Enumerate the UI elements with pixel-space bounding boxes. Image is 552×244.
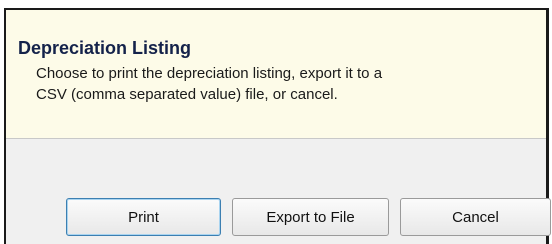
dialog-title: Depreciation Listing — [18, 38, 192, 58]
cancel-button[interactable]: Cancel — [400, 198, 551, 236]
export-to-file-button[interactable]: Export to File — [232, 198, 389, 236]
depreciation-listing-dialog: Depreciation Listing Choose to print the… — [4, 8, 551, 244]
dialog-message-line-2: CSV (comma separated value) file, or can… — [36, 86, 338, 103]
print-button[interactable]: Print — [66, 198, 221, 236]
dialog-button-bar: Print Export to File Cancel — [6, 139, 551, 244]
dialog-message: Choose to print the depreciation listing… — [36, 63, 526, 105]
dialog-header: Depreciation Listing Choose to print the… — [6, 10, 546, 139]
dialog-message-line-1: Choose to print the depreciation listing… — [36, 65, 383, 82]
